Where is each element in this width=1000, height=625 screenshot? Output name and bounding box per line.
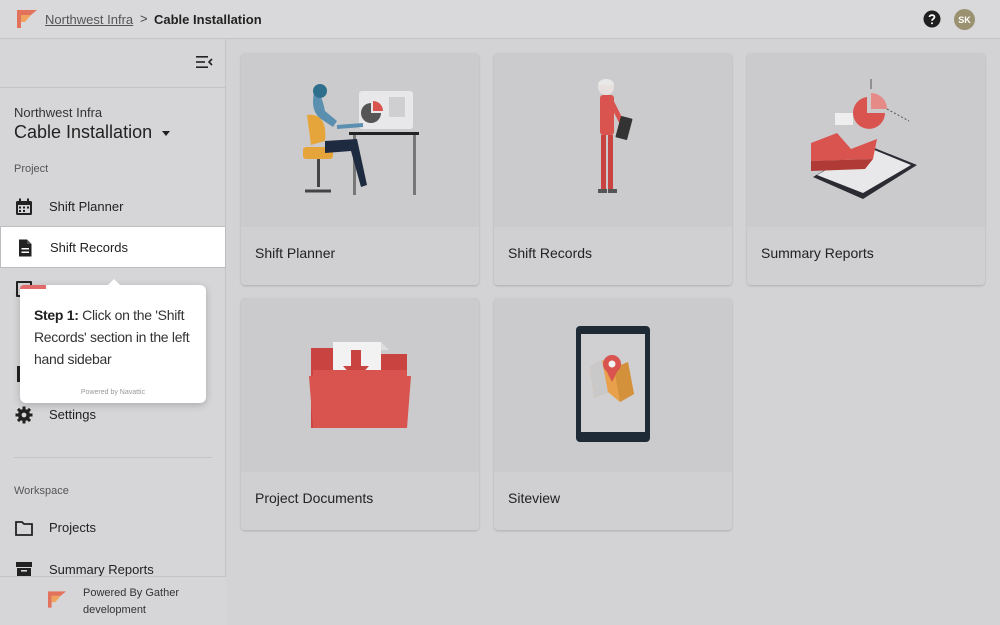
sidebar-item-projects[interactable]: Projects	[0, 507, 226, 549]
tooltip-powered-by[interactable]: Powered by Navattic	[20, 389, 206, 396]
sidebar-item-label: Summary Reports	[49, 562, 154, 577]
project-selector[interactable]: Cable Installation	[14, 122, 152, 143]
calendar-icon	[16, 198, 32, 215]
card-summary-reports[interactable]: Summary Reports	[747, 53, 985, 285]
card-project-documents[interactable]: Project Documents	[241, 298, 479, 530]
sidebar-item-label: Shift Records	[50, 240, 129, 255]
help-icon[interactable]	[923, 10, 941, 28]
breadcrumb-separator: >	[140, 11, 148, 26]
shift-records-illustration	[494, 53, 732, 227]
card-title: Shift Records	[508, 245, 593, 261]
tooltip-arrow	[108, 279, 120, 285]
sidebar-item-label: Settings	[49, 407, 96, 422]
tooltip-text: Step 1: Click on the 'Shift Records' sec…	[34, 304, 199, 370]
sidebar-item-shift-planner[interactable]: Shift Planner	[0, 186, 226, 228]
gather-logo-icon[interactable]	[17, 10, 37, 28]
sidebar-item-label: Projects	[49, 520, 96, 535]
user-avatar[interactable]: SK	[954, 9, 975, 30]
folder-icon	[15, 521, 33, 536]
card-title: Project Documents	[255, 490, 374, 506]
sidebar-divider	[14, 457, 212, 458]
siteview-illustration	[494, 298, 732, 472]
collapse-sidebar-icon[interactable]	[196, 56, 213, 68]
card-title: Siteview	[508, 490, 561, 506]
project-documents-illustration	[241, 298, 479, 472]
sidebar-item-shift-records[interactable]: Shift Records	[0, 226, 226, 268]
section-label-project: Project	[14, 163, 49, 175]
footer-environment: development	[83, 604, 146, 616]
sidebar-org-name: Northwest Infra	[14, 105, 103, 120]
tooltip-progress-bar	[20, 285, 46, 289]
sidebar-divider	[0, 87, 226, 88]
section-label-workspace: Workspace	[14, 485, 69, 497]
card-title: Shift Planner	[255, 245, 336, 261]
card-title: Summary Reports	[761, 245, 874, 261]
chevron-down-icon[interactable]	[162, 131, 170, 136]
footer-powered-by: Powered By Gather	[83, 587, 179, 599]
summary-reports-illustration	[747, 53, 985, 227]
sidebar-item-label: Shift Planner	[49, 199, 124, 214]
top-bar: Northwest Infra > Cable Installation SK	[0, 0, 1000, 39]
breadcrumb-current: Cable Installation	[154, 12, 262, 27]
gather-logo-icon	[48, 591, 66, 608]
gear-icon	[15, 406, 33, 424]
tooltip-step-label: Step 1:	[34, 307, 79, 323]
card-siteview[interactable]: Siteview	[494, 298, 732, 530]
document-icon	[19, 239, 32, 257]
sidebar-footer: Powered By Gather development	[0, 576, 226, 625]
breadcrumb-org-link[interactable]: Northwest Infra	[45, 12, 133, 27]
card-shift-planner[interactable]: Shift Planner	[241, 53, 479, 285]
shift-planner-illustration	[241, 53, 479, 227]
onboarding-tooltip[interactable]: Step 1: Click on the 'Shift Records' sec…	[20, 279, 206, 403]
card-shift-records[interactable]: Shift Records	[494, 53, 732, 285]
